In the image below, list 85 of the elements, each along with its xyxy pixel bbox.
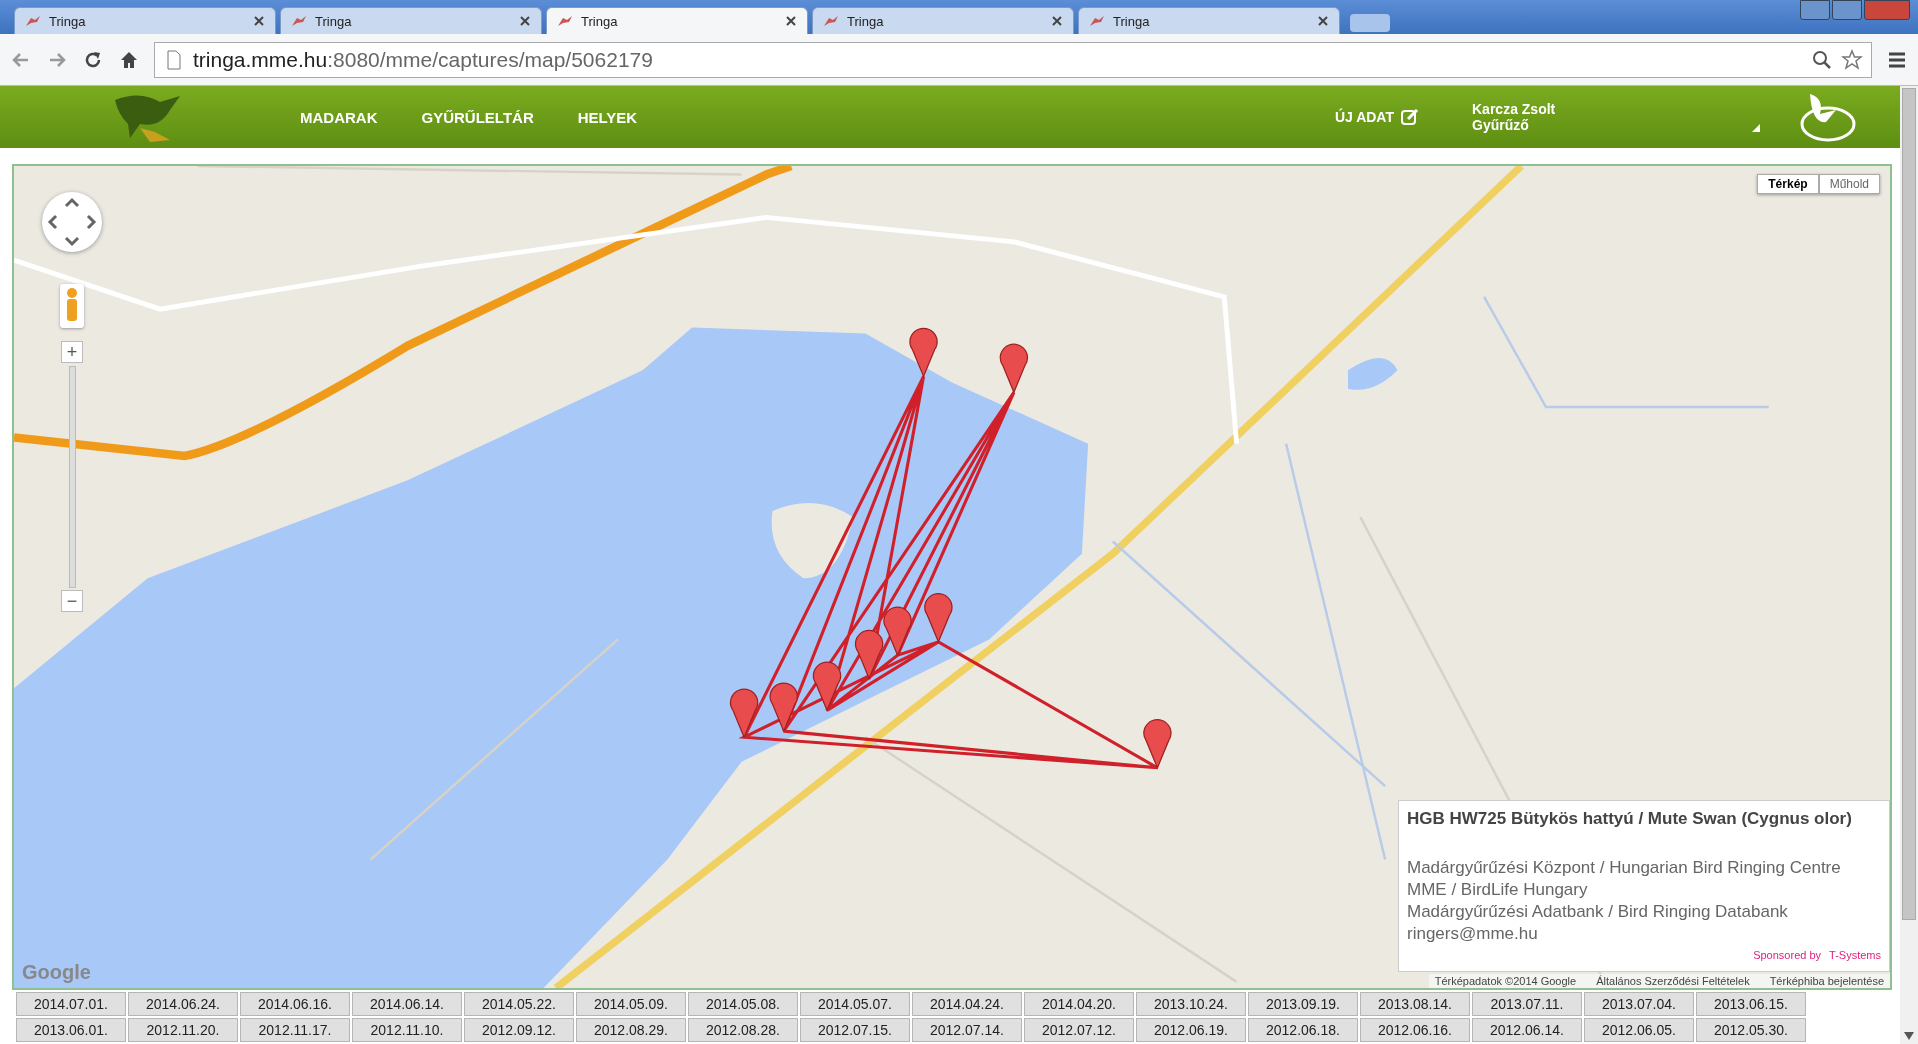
date-button[interactable]: 2014.06.16. [240, 992, 350, 1016]
date-button[interactable]: 2012.08.28. [688, 1018, 798, 1042]
close-icon[interactable] [519, 15, 531, 27]
google-logo: Google [22, 961, 91, 984]
search-icon[interactable] [1811, 48, 1833, 71]
map-pin[interactable] [769, 682, 798, 732]
browser-tab[interactable]: Tringa [280, 7, 542, 34]
date-button[interactable]: 2012.06.16. [1360, 1018, 1470, 1042]
map-pin[interactable] [729, 688, 759, 738]
browser-tab[interactable]: Tringa [812, 7, 1074, 34]
map-pin[interactable] [854, 629, 884, 680]
maximize-button[interactable] [1832, 0, 1862, 20]
scroll-down-icon[interactable] [1904, 1032, 1914, 1040]
date-button[interactable]: 2014.06.24. [128, 992, 238, 1016]
map-type-button[interactable]: Térkép [1757, 174, 1819, 194]
attribution-link[interactable]: Térképhiba bejelentése [1769, 975, 1884, 987]
date-button[interactable]: 2012.06.14. [1472, 1018, 1582, 1042]
url-text: tringa.mme.hu:8080/mme/captures/map/5062179 [193, 47, 654, 72]
map-pin[interactable] [999, 343, 1029, 393]
date-button[interactable]: 2012.06.18. [1248, 1018, 1358, 1042]
date-button[interactable]: 2012.08.29. [576, 1018, 686, 1042]
scrollbar[interactable] [1900, 86, 1918, 1044]
bird-icon [1089, 14, 1105, 28]
address-bar[interactable]: tringa.mme.hu:8080/mme/captures/map/5062179 [154, 41, 1872, 78]
species-title: HGB HW725 Bütykös hattyú / Mute Swan (Cygnus olor) [1407, 809, 1853, 829]
user-role: Gyűrűző [1472, 117, 1529, 133]
dropdown-icon[interactable] [1752, 124, 1760, 132]
zoom-out-button[interactable]: − [61, 590, 83, 612]
date-button[interactable]: 2014.06.14. [352, 992, 462, 1016]
date-button[interactable]: 2013.07.11. [1472, 992, 1582, 1016]
date-button[interactable]: 2012.06.05. [1584, 1018, 1694, 1042]
date-button[interactable]: 2014.05.22. [464, 992, 574, 1016]
date-button[interactable]: 2014.04.20. [1024, 992, 1134, 1016]
map-pin[interactable] [1143, 719, 1172, 769]
date-button[interactable]: 2013.08.14. [1360, 992, 1470, 1016]
minimize-button[interactable] [1800, 0, 1830, 20]
close-icon[interactable] [1317, 15, 1329, 27]
date-button[interactable]: 2013.06.01. [16, 1018, 126, 1042]
date-button[interactable]: 2012.05.30. [1696, 1018, 1806, 1042]
date-button[interactable]: 2014.07.01. [16, 992, 126, 1016]
map-type-button[interactable]: Műhold [1818, 174, 1880, 194]
scrollbar-thumb[interactable] [1902, 88, 1916, 920]
info-line: MME / BirdLife Hungary [1407, 879, 1589, 901]
date-button[interactable]: 2014.05.07. [800, 992, 910, 1016]
zoom-slider-track[interactable] [69, 366, 76, 588]
star-icon[interactable] [1841, 48, 1863, 71]
date-button[interactable]: 2012.11.20. [128, 1018, 238, 1042]
browser-tab[interactable]: Tringa [1078, 7, 1340, 34]
close-icon[interactable] [1051, 15, 1063, 27]
map-pin[interactable] [883, 606, 912, 656]
date-button[interactable]: 2013.09.19. [1248, 992, 1358, 1016]
map-pin[interactable] [924, 593, 953, 643]
sponsor-label: Sponsored by [1753, 949, 1822, 961]
date-button[interactable]: 2012.07.15. [800, 1018, 910, 1042]
sponsor-logo: T-Systems [1829, 949, 1881, 961]
date-button[interactable]: 2013.07.04. [1584, 992, 1694, 1016]
date-button[interactable]: 2013.06.15. [1696, 992, 1806, 1016]
browser-tab[interactable]: Tringa [14, 7, 276, 34]
bird-icon [25, 14, 41, 28]
bird-icon [291, 14, 307, 28]
map-pin[interactable] [812, 661, 842, 711]
info-line: ringers@mme.hu [1407, 923, 1539, 945]
close-icon[interactable] [253, 15, 265, 27]
date-button[interactable]: 2012.06.19. [1136, 1018, 1246, 1042]
attribution-link[interactable]: Általános Szerződési Feltételek [1596, 975, 1750, 987]
date-button[interactable]: 2014.04.24. [912, 992, 1022, 1016]
attribution-text: Térképadatok ©2014 Google [1434, 975, 1577, 987]
date-button[interactable]: 2012.11.17. [240, 1018, 350, 1042]
browser-tab[interactable]: Tringa [546, 7, 808, 34]
map-pin[interactable] [909, 327, 938, 377]
info-line: Madárgyűrűzési Központ / Hungarian Bird Ringing Centre [1407, 857, 1842, 879]
date-button[interactable]: 2012.07.14. [912, 1018, 1022, 1042]
date-button[interactable]: 2012.07.12. [1024, 1018, 1134, 1042]
info-line: Madárgyűrűzési Adatbank / Bird Ringing Databank [1407, 901, 1789, 923]
pond-drawing [1348, 358, 1398, 390]
date-button[interactable]: 2012.09.12. [464, 1018, 574, 1042]
bird-icon [823, 14, 839, 28]
date-button[interactable]: 2014.05.09. [576, 992, 686, 1016]
date-button[interactable]: 2013.10.24. [1136, 992, 1246, 1016]
date-button[interactable]: 2012.11.10. [352, 1018, 462, 1042]
zoom-in-button[interactable]: + [61, 341, 83, 363]
date-button[interactable]: 2014.05.08. [688, 992, 798, 1016]
close-icon[interactable] [785, 15, 797, 27]
edit-icon [1400, 107, 1420, 127]
bird-icon [557, 14, 573, 28]
